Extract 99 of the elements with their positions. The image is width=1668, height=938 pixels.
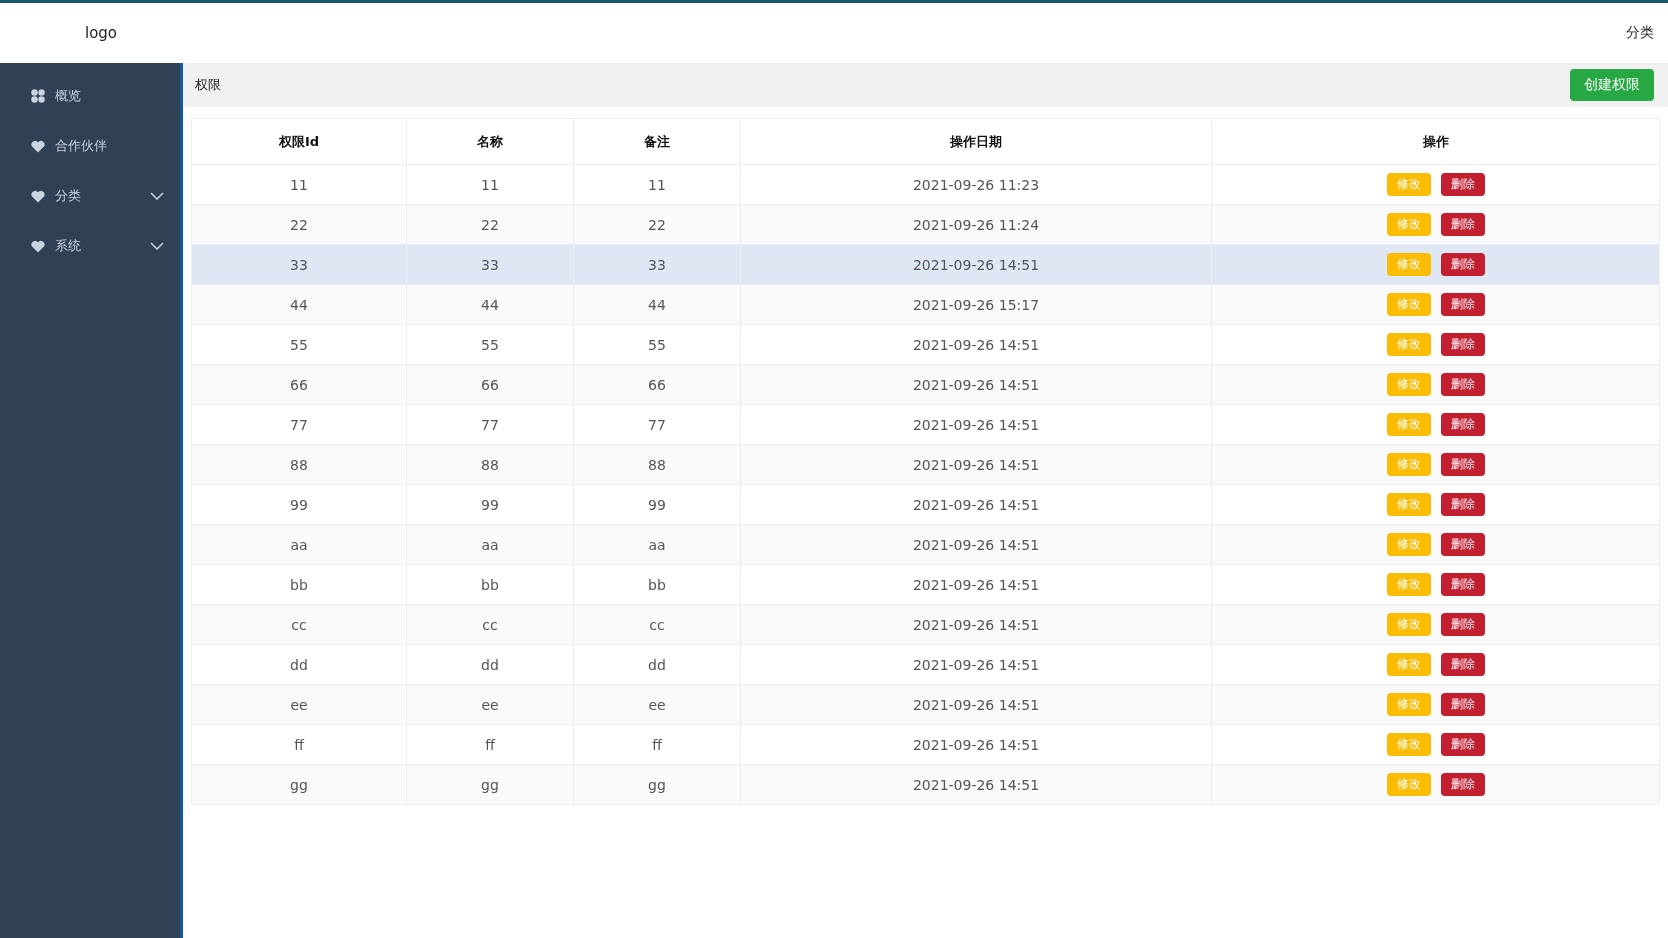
table-cell: 2021-09-26 15:17	[740, 284, 1212, 325]
table-cell: 33	[191, 244, 407, 285]
delete-button[interactable]: 删除	[1440, 173, 1485, 196]
table-cell: 44	[406, 284, 574, 325]
table-cell: 2021-09-26 14:51	[740, 764, 1212, 805]
category-link[interactable]: 分类	[1626, 24, 1654, 42]
table-cell: ff	[191, 724, 407, 765]
table-cell: 22	[406, 204, 574, 245]
table-cell: 88	[406, 444, 574, 485]
table-cell: 11	[406, 164, 574, 205]
table-cell: 99	[191, 484, 407, 525]
table-cell: 22	[191, 204, 407, 245]
delete-button[interactable]: 删除	[1440, 453, 1485, 476]
heart-icon	[31, 239, 45, 253]
heart-icon	[31, 139, 45, 153]
delete-button[interactable]: 删除	[1440, 293, 1485, 316]
table-cell: bb	[406, 564, 574, 605]
table-cell: 77	[573, 404, 741, 445]
table-cell: 2021-09-26 14:51	[740, 244, 1212, 285]
table-cell: 55	[406, 324, 574, 365]
delete-button[interactable]: 删除	[1440, 493, 1485, 516]
table-cell: cc	[406, 604, 574, 645]
table-cell: 2021-09-26 11:23	[740, 164, 1212, 205]
sidebar-menu-item[interactable]: 概览	[0, 71, 180, 121]
delete-button[interactable]: 删除	[1440, 413, 1485, 436]
table-cell: aa	[573, 524, 741, 565]
heart-icon	[31, 189, 45, 203]
table-cell: gg	[406, 764, 574, 805]
delete-button[interactable]: 删除	[1440, 773, 1485, 796]
table-cell: dd	[191, 644, 407, 685]
table-cell: 2021-09-26 14:51	[740, 324, 1212, 365]
table-cell: 2021-09-26 14:51	[740, 684, 1212, 725]
sidebar-menu-item[interactable]: 分类	[0, 171, 180, 221]
table-cell: bb	[191, 564, 407, 605]
table-cell: 33	[406, 244, 574, 285]
table-cell: 2021-09-26 14:51	[740, 644, 1212, 685]
table-cell: 2021-09-26 14:51	[740, 724, 1212, 765]
table-cell: 77	[191, 404, 407, 445]
table-cell: 55	[191, 324, 407, 365]
table-cell: 66	[406, 364, 574, 405]
table-cell: 77	[406, 404, 574, 445]
column-header: 操作日期	[740, 118, 1212, 165]
table-cell: 11	[573, 164, 741, 205]
table-cell: 2021-09-26 14:51	[740, 564, 1212, 605]
table-cell: dd	[406, 644, 574, 685]
table-cell: 2021-09-26 14:51	[740, 444, 1212, 485]
table-cell: gg	[573, 764, 741, 805]
delete-button[interactable]: 删除	[1440, 213, 1485, 236]
table-cell: ee	[406, 684, 574, 725]
table-cell: 22	[573, 204, 741, 245]
chevron-icon	[150, 192, 164, 200]
table-cell: aa	[191, 524, 407, 565]
breadcrumb-text: 权限	[195, 76, 221, 94]
table-cell: cc	[191, 604, 407, 645]
table-cell: 2021-09-26 14:51	[740, 524, 1212, 565]
logo-text: logo	[85, 24, 118, 42]
table-cell: 88	[573, 444, 741, 485]
table-cell: bb	[573, 564, 741, 605]
delete-button[interactable]: 删除	[1440, 653, 1485, 676]
delete-button[interactable]: 删除	[1440, 533, 1485, 556]
chevron-icon	[150, 242, 164, 250]
delete-button[interactable]: 删除	[1440, 693, 1485, 716]
table-cell: dd	[573, 644, 741, 685]
table-cell: 11	[191, 164, 407, 205]
table-cell: 66	[573, 364, 741, 405]
table-cell: ee	[573, 684, 741, 725]
table-cell: 99	[406, 484, 574, 525]
table-cell: 2021-09-26 11:24	[740, 204, 1212, 245]
table-cell: ee	[191, 684, 407, 725]
table-cell: 66	[191, 364, 407, 405]
delete-button[interactable]: 删除	[1440, 333, 1485, 356]
table-cell: 44	[191, 284, 407, 325]
table-cell: cc	[573, 604, 741, 645]
delete-button[interactable]: 删除	[1440, 573, 1485, 596]
table-cell: 2021-09-26 14:51	[740, 484, 1212, 525]
create-button[interactable]: 创建权限	[1570, 69, 1654, 101]
table-cell: 2021-09-26 14:51	[740, 404, 1212, 445]
table-cell: 44	[573, 284, 741, 325]
sidebar-menu-item[interactable]: 系统	[0, 221, 180, 271]
grid-icon	[31, 89, 45, 103]
table-cell: aa	[406, 524, 574, 565]
delete-button[interactable]: 删除	[1440, 613, 1485, 636]
table-cell: 33	[573, 244, 741, 285]
delete-button[interactable]: 删除	[1440, 373, 1485, 396]
table-cell: 88	[191, 444, 407, 485]
column-header: 备注	[573, 118, 741, 165]
table-cell: ff	[573, 724, 741, 765]
table-cell: ff	[406, 724, 574, 765]
column-header: 操作	[1211, 118, 1660, 165]
table-cell: 99	[573, 484, 741, 525]
sidebar-menu-item[interactable]: 合作伙伴	[0, 121, 180, 171]
column-header: 权限Id	[191, 118, 407, 165]
delete-button[interactable]: 删除	[1440, 253, 1485, 276]
table-cell: gg	[191, 764, 407, 805]
table-cell: 2021-09-26 14:51	[740, 364, 1212, 405]
table-cell: 2021-09-26 14:51	[740, 604, 1212, 645]
table-cell: 55	[573, 324, 741, 365]
column-header: 名称	[406, 118, 574, 165]
delete-button[interactable]: 删除	[1440, 733, 1485, 756]
